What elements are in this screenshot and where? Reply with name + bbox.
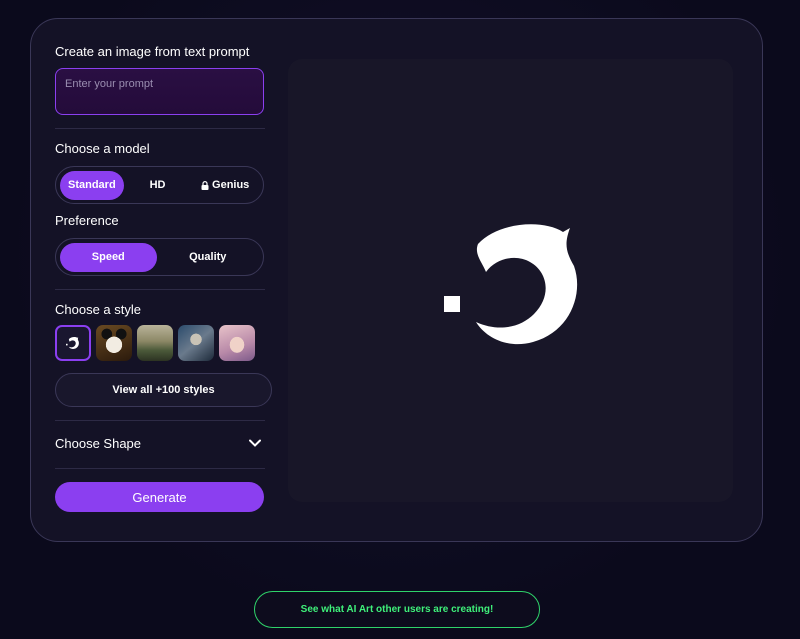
style-thumb-panda[interactable] (96, 325, 132, 361)
style-thumb-portrait[interactable] (219, 325, 255, 361)
model-title: Choose a model (55, 141, 150, 156)
divider (55, 468, 265, 469)
image-preview (288, 59, 733, 502)
divider (55, 420, 265, 421)
preference-title: Preference (55, 213, 119, 228)
lock-icon (201, 180, 209, 190)
dolphin-logo-icon (444, 224, 578, 345)
style-title: Choose a style (55, 302, 141, 317)
model-selector: Standard HD Genius (55, 166, 264, 204)
community-art-link[interactable]: See what AI Art other users are creating… (254, 591, 540, 628)
model-hd-button[interactable]: HD (124, 171, 192, 200)
divider (55, 289, 265, 290)
model-standard-button[interactable]: Standard (60, 170, 124, 200)
dolphin-logo-icon (66, 337, 79, 350)
style-thumb-logo[interactable] (55, 325, 91, 361)
shape-title: Choose Shape (55, 435, 142, 451)
chevron-down-icon (249, 439, 261, 447)
preference-speed-button[interactable]: Speed (60, 242, 157, 272)
generator-card: Create an image from text prompt Choose … (30, 18, 763, 542)
model-genius-label: Genius (212, 179, 250, 191)
style-thumb-landscape[interactable] (137, 325, 173, 361)
divider (55, 128, 265, 129)
model-genius-button[interactable]: Genius (191, 171, 259, 200)
choose-shape-toggle[interactable]: Choose Shape (55, 431, 265, 455)
prompt-input[interactable] (55, 68, 264, 115)
generate-button[interactable]: Generate (55, 482, 264, 512)
prompt-title: Create an image from text prompt (55, 44, 250, 59)
preference-quality-button[interactable]: Quality (157, 243, 259, 272)
view-all-styles-button[interactable]: View all +100 styles (55, 373, 272, 407)
style-thumbnails (55, 325, 255, 361)
style-thumb-robot[interactable] (178, 325, 214, 361)
preference-selector: Speed Quality (55, 238, 264, 276)
